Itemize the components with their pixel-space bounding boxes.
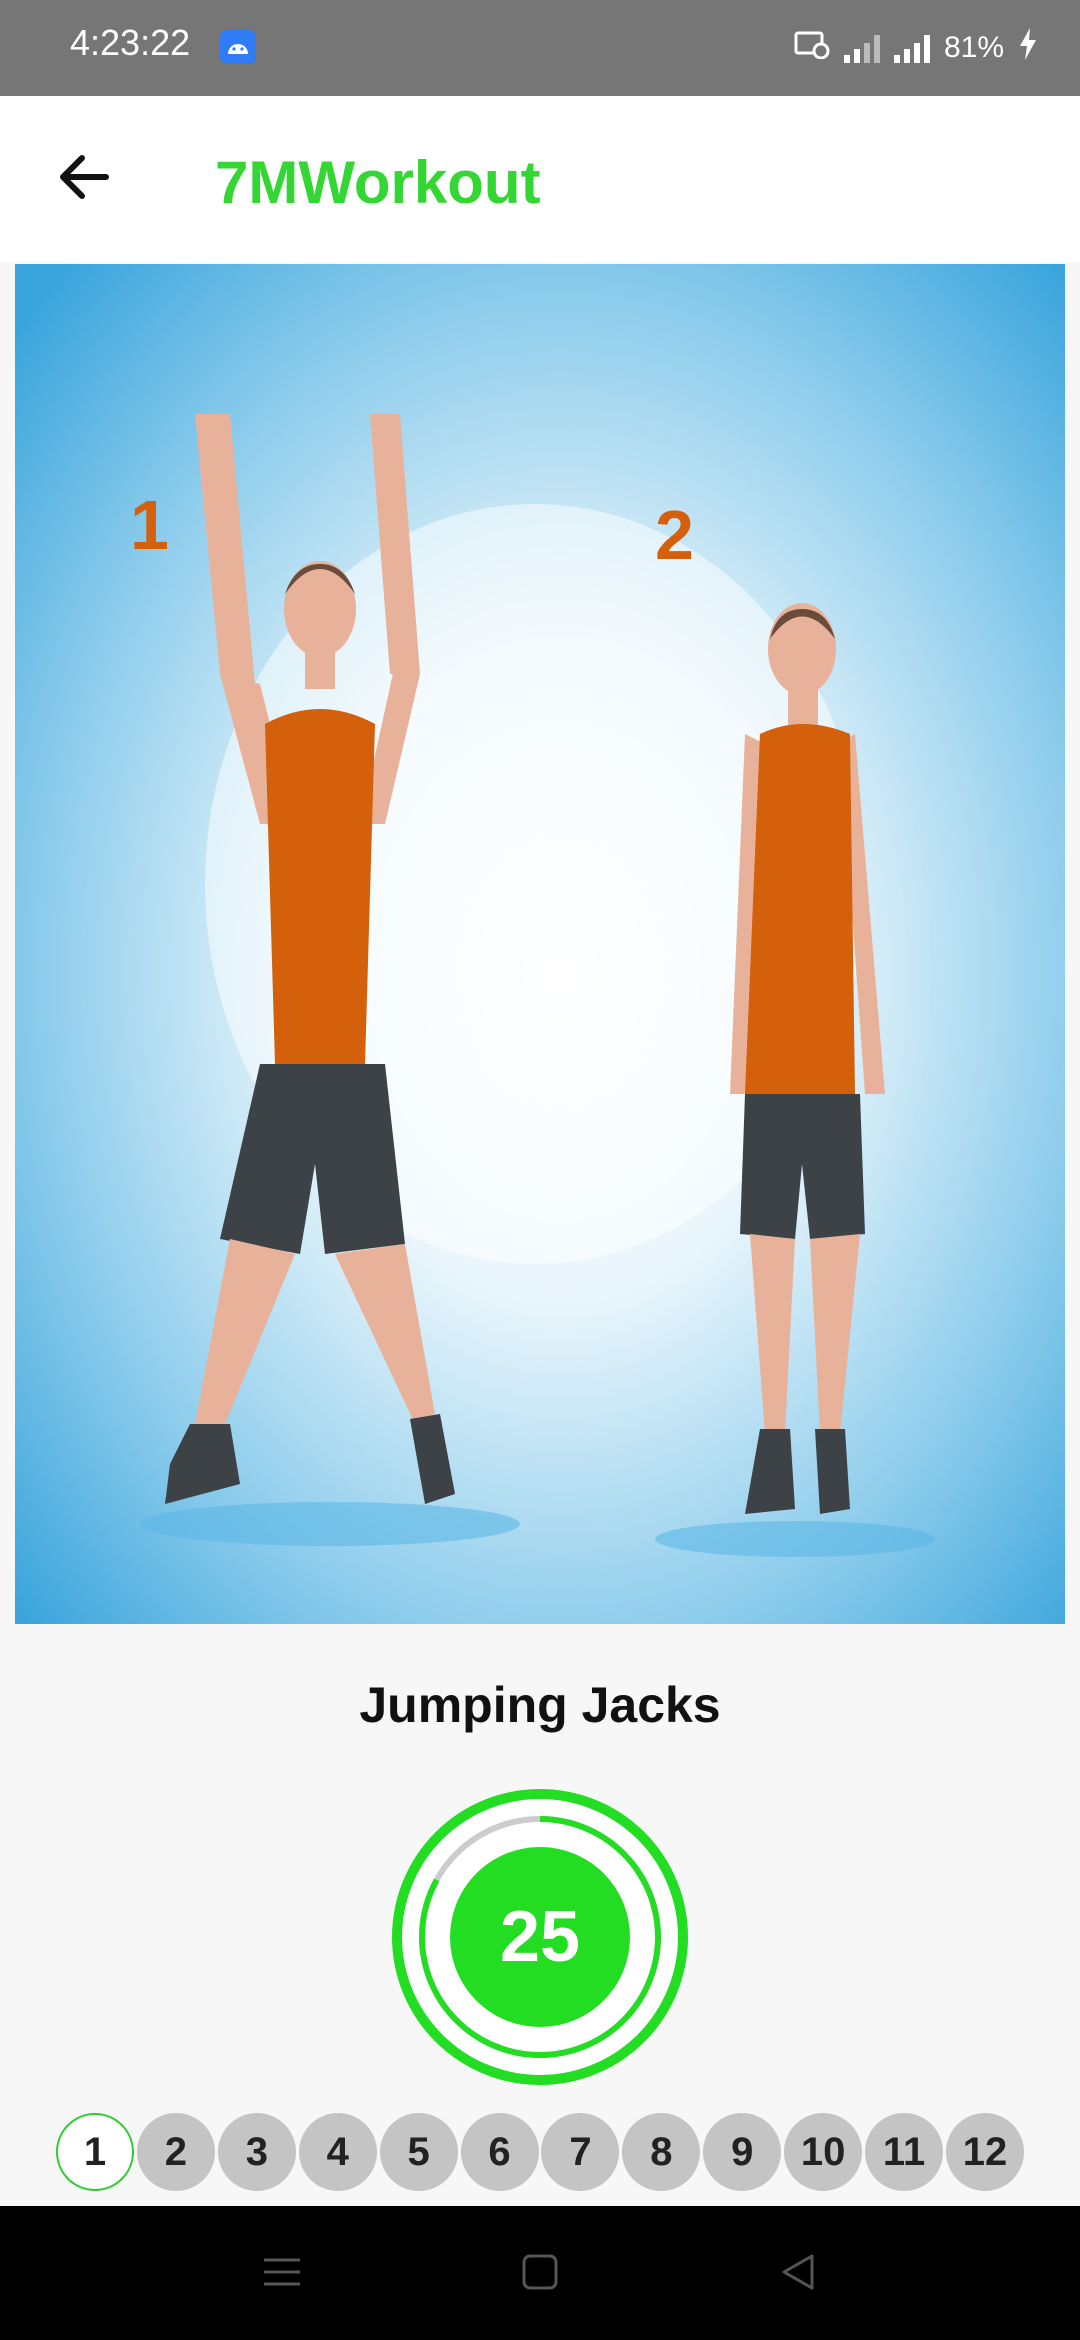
back-triangle-icon[interactable] [768, 2242, 828, 2302]
charging-icon [1018, 28, 1038, 68]
menu-icon[interactable] [252, 2242, 312, 2302]
figure-label-1: 1 [130, 486, 169, 564]
step-indicator[interactable]: 1 [56, 2113, 134, 2191]
app-bar: 7MWorkout [0, 96, 1080, 262]
signal-icon [893, 33, 930, 63]
step-indicator[interactable]: 10 [784, 2113, 863, 2191]
system-nav-bar [0, 2206, 1080, 2340]
step-indicator[interactable]: 8 [622, 2113, 701, 2191]
timer-value: 25 [499, 1897, 581, 1977]
figure-label-2: 2 [655, 496, 694, 574]
screen-record-icon [794, 29, 830, 67]
battery-percent: 81% [943, 31, 1004, 64]
arrow-left-icon[interactable] [50, 141, 122, 213]
home-icon[interactable] [510, 2242, 570, 2302]
status-bar: 4:23:22 81% [0, 0, 1080, 96]
app-title: 7MWorkout [215, 149, 541, 216]
step-indicator[interactable]: 7 [541, 2113, 620, 2191]
step-indicator[interactable]: 2 [136, 2113, 215, 2191]
timer: 25 [390, 1787, 690, 2087]
step-indicator[interactable]: 5 [379, 2113, 458, 2191]
step-indicator[interactable]: 6 [460, 2113, 539, 2191]
exercise-illustration: 1 2 [15, 264, 1065, 1624]
android-icon [220, 30, 256, 64]
step-indicator[interactable]: 9 [703, 2113, 782, 2191]
status-icons: 81% [794, 24, 1038, 72]
exercise-name: Jumping Jacks [359, 1677, 721, 1733]
exercise-steps: 1 2 3 4 5 6 7 8 9 10 11 12 [56, 2113, 1024, 2191]
step-indicator[interactable]: 11 [865, 2113, 944, 2191]
status-time: 4:23:22 [70, 22, 191, 63]
step-indicator[interactable]: 4 [298, 2113, 377, 2191]
step-indicator[interactable]: 12 [945, 2113, 1024, 2191]
signal-icon [843, 33, 880, 63]
step-indicator[interactable]: 3 [217, 2113, 296, 2191]
